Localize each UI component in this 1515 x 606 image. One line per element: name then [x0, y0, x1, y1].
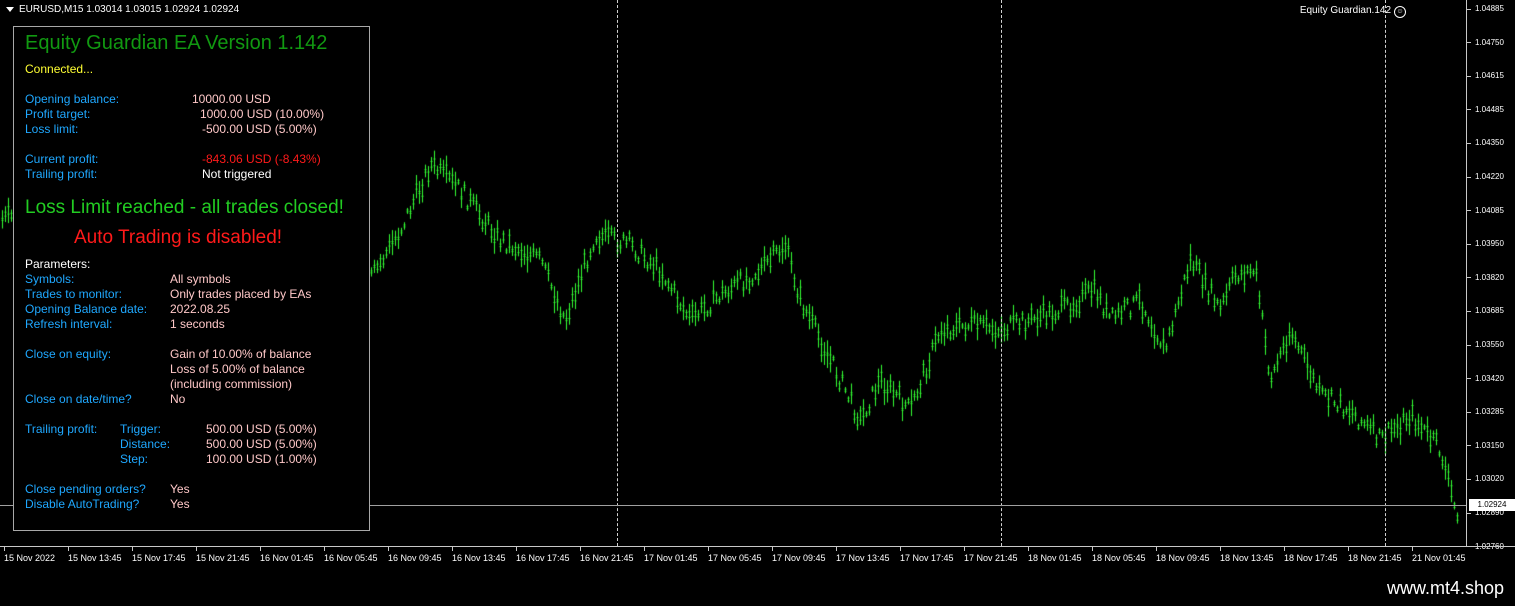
price-tick: 1.04350: [1467, 138, 1504, 148]
day-separator: [617, 0, 618, 546]
symbol-info: EURUSD,M15 1.03014 1.03015 1.02924 1.029…: [19, 4, 240, 15]
trades-monitor-label: Trades to monitor:: [25, 287, 122, 301]
step-label: Step:: [120, 452, 149, 466]
panel-title: Equity Guardian EA Version 1.142: [25, 32, 328, 54]
time-tick: 17 Nov 05:45: [708, 547, 762, 563]
time-axis[interactable]: 15 Nov 2022 15 Nov 13:45 15 Nov 17:45 15 No…: [0, 546, 1515, 572]
ea-label[interactable]: Equity Guardian.142 ☺: [1300, 5, 1406, 18]
footer: www.mt4.shop: [0, 571, 1515, 606]
time-tick: 18 Nov 21:45: [1348, 547, 1402, 563]
loss-limit-label: Loss limit:: [25, 122, 79, 136]
current-price-label: 1.02924: [1469, 499, 1515, 511]
trailing-section-label: Trailing profit:: [25, 422, 98, 436]
refresh-interval-label: Refresh interval:: [25, 317, 113, 331]
time-tick: 18 Nov 13:45: [1220, 547, 1274, 563]
time-tick: 15 Nov 13:45: [68, 547, 122, 563]
price-tick: 1.04750: [1467, 37, 1504, 47]
ea-name: Equity Guardian.142: [1299, 5, 1391, 16]
symbols-value: All symbols: [170, 272, 231, 286]
time-tick: 16 Nov 01:45: [260, 547, 314, 563]
time-tick: 18 Nov 01:45: [1028, 547, 1082, 563]
time-tick: 17 Nov 21:45: [964, 547, 1018, 563]
time-tick: 17 Nov 09:45: [772, 547, 826, 563]
autotrading-alert: Auto Trading is disabled!: [74, 227, 283, 248]
time-tick: 16 Nov 17:45: [516, 547, 570, 563]
price-tick: 1.03685: [1467, 306, 1504, 316]
opening-balance-date-label: Opening Balance date:: [25, 302, 148, 316]
close-on-date-value: No: [170, 392, 186, 406]
price-tick: 1.03150: [1467, 440, 1504, 450]
day-separator: [1001, 0, 1002, 546]
time-tick: 18 Nov 17:45: [1284, 547, 1338, 563]
symbols-label: Symbols:: [25, 272, 75, 286]
time-tick: 17 Nov 01:45: [644, 547, 698, 563]
time-tick: 15 Nov 2022: [4, 547, 56, 563]
time-tick: 15 Nov 17:45: [132, 547, 186, 563]
trailing-profit-value: Not triggered: [202, 167, 272, 181]
price-tick: 1.04220: [1467, 172, 1504, 181]
close-on-date-label: Close on date/time?: [25, 392, 132, 406]
trades-monitor-value: Only trades placed by EAs: [170, 287, 312, 301]
time-tick: 16 Nov 09:45: [388, 547, 442, 563]
price-chart[interactable]: EURUSD,M15 1.03014 1.03015 1.02924 1.029…: [0, 0, 1466, 546]
equity-guardian-panel: Equity Guardian EA Version 1.142 Connect…: [13, 26, 370, 531]
close-pending-value: Yes: [170, 482, 190, 496]
connection-status: Connected...: [25, 62, 94, 76]
time-tick: 18 Nov 05:45: [1092, 547, 1146, 563]
parameters-heading: Parameters:: [25, 257, 91, 271]
close-pending-label: Close pending orders?: [25, 482, 146, 496]
price-tick: 1.03950: [1467, 239, 1504, 249]
loss-limit-value: -500.00 USD (5.00%): [202, 122, 317, 136]
price-tick: 1.03285: [1467, 407, 1504, 417]
current-profit-label: Current profit:: [25, 152, 99, 166]
trigger-value: 500.00 USD (5.00%): [206, 422, 317, 436]
price-tick: 1.03820: [1467, 272, 1504, 282]
time-tick: 18 Nov 09:45: [1156, 547, 1210, 563]
close-on-equity-note: (including commission): [170, 377, 293, 391]
disable-autotrading-label: Disable AutoTrading?: [25, 497, 140, 511]
loss-limit-alert: Loss Limit reached - all trades closed!: [25, 197, 344, 218]
distance-value: 500.00 USD (5.00%): [206, 437, 317, 451]
price-tick: 1.03020: [1467, 474, 1504, 484]
current-profit-value: -843.06 USD (-8.43%): [202, 152, 321, 166]
time-tick: 15 Nov 21:45: [196, 547, 250, 563]
time-tick: 17 Nov 17:45: [900, 547, 954, 563]
price-tick: 1.04885: [1467, 4, 1504, 13]
price-tick: 1.04485: [1467, 104, 1504, 114]
distance-label: Distance:: [120, 437, 171, 451]
time-tick: 21 Nov 01:45: [1412, 547, 1466, 563]
trailing-profit-label: Trailing profit:: [25, 167, 98, 181]
opening-balance-date-value: 2022.08.25: [170, 302, 231, 316]
trigger-label: Trigger:: [120, 422, 161, 436]
opening-balance-label: Opening balance:: [25, 92, 120, 106]
price-tick: 1.03550: [1467, 340, 1504, 349]
step-value: 100.00 USD (1.00%): [206, 452, 317, 466]
disable-autotrading-value: Yes: [170, 497, 190, 511]
refresh-interval-value: 1 seconds: [170, 317, 225, 331]
price-tick: 1.03420: [1467, 373, 1504, 383]
time-tick: 16 Nov 21:45: [580, 547, 634, 563]
close-on-equity-loss: Loss of 5.00% of balance: [170, 362, 305, 376]
close-on-equity-label: Close on equity:: [25, 347, 112, 361]
ea-remove-icon[interactable]: ☺: [1394, 6, 1406, 18]
watermark-url: www.mt4.shop: [1386, 578, 1504, 598]
price-axis[interactable]: 1.02760 1.02890 1.03020 1.03150 1.03285 1.034…: [1466, 0, 1515, 551]
opening-balance-value: 10000.00 USD: [192, 92, 271, 106]
price-tick: 1.04085: [1467, 205, 1504, 215]
profit-target-value: 1000.00 USD (10.00%): [200, 107, 325, 121]
profit-target-label: Profit target:: [25, 107, 91, 121]
time-tick: 16 Nov 13:45: [452, 547, 506, 563]
close-on-equity-gain: Gain of 10.00% of balance: [170, 347, 312, 361]
day-separator: [1385, 0, 1386, 546]
time-tick: 16 Nov 05:45: [324, 547, 378, 563]
time-tick: 17 Nov 13:45: [836, 547, 890, 563]
dropdown-arrow-icon[interactable]: [6, 6, 14, 12]
symbol-header[interactable]: EURUSD,M15 1.03014 1.03015 1.02924 1.029…: [6, 4, 239, 15]
price-tick: 1.04615: [1467, 71, 1504, 81]
